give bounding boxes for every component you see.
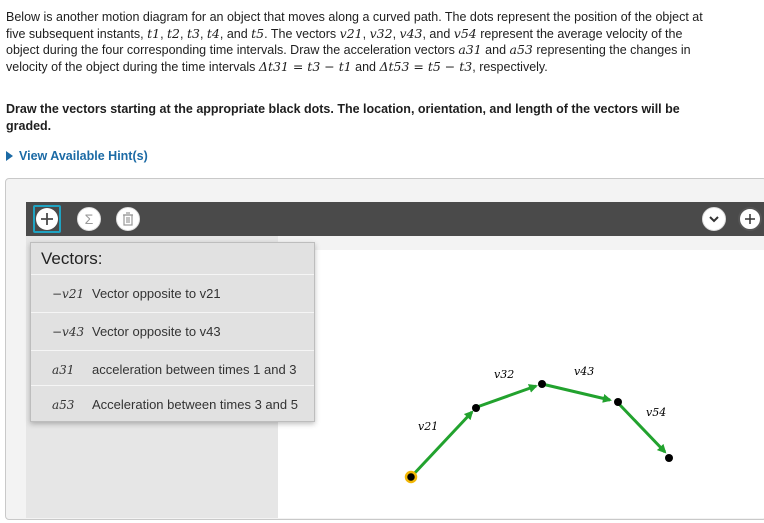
- a31: a31: [458, 42, 482, 57]
- arrow-v32: [476, 384, 538, 409]
- menu-item-label: acceleration between times 1 and 3: [92, 362, 297, 377]
- drawing-canvas[interactable]: v21 v32 v43 v54: [278, 250, 764, 518]
- sum-button[interactable]: Σ: [77, 207, 101, 231]
- start-position-dot: [404, 470, 418, 484]
- plus-circle-icon: [745, 214, 755, 224]
- dt31: Δt31 = t3 − t1: [258, 58, 352, 74]
- t1: t1: [147, 25, 161, 41]
- menu-item-label: Vector opposite to v43: [92, 324, 221, 339]
- t2: t2: [167, 25, 180, 41]
- menu-item-neg-v21[interactable]: −v21 Vector opposite to v21: [31, 274, 314, 312]
- v21: v21: [339, 25, 363, 41]
- sigma-icon: Σ: [84, 211, 94, 227]
- arrow-v43: [541, 382, 612, 403]
- t4: t4: [206, 25, 220, 41]
- label-v54: v54: [646, 406, 666, 419]
- dt53: Δt53 = t5 − t3: [379, 58, 473, 74]
- menu-item-symbol: −v21: [52, 286, 85, 301]
- trash-icon: [123, 212, 133, 226]
- menu-item-symbol: a53: [52, 397, 75, 412]
- expand-triangle-icon: [6, 151, 13, 161]
- t5: t5: [251, 25, 265, 41]
- position-dot-3: [538, 380, 546, 388]
- menu-item-neg-v43[interactable]: −v43 Vector opposite to v43: [31, 312, 314, 350]
- label-v21: v21: [418, 420, 438, 433]
- a53: a53: [509, 42, 533, 57]
- v54: v54: [453, 25, 477, 41]
- motion-diagram: v21 v32 v43 v54: [404, 365, 673, 484]
- chevron-down-button[interactable]: [702, 207, 726, 231]
- add-vector-button[interactable]: [33, 205, 61, 233]
- problem-text: Below is another motion diagram for an o…: [6, 10, 703, 74]
- menu-item-symbol: a31: [52, 362, 75, 377]
- menu-item-a31[interactable]: a31 acceleration between times 1 and 3: [31, 350, 314, 388]
- hint-label: View Available Hint(s): [19, 149, 148, 163]
- vectors-menu-title: Vectors:: [41, 249, 103, 268]
- vectors-sentence: The vectors: [270, 26, 337, 41]
- plus-icon: [36, 208, 58, 230]
- menu-item-label: Vector opposite to v21: [92, 286, 221, 301]
- position-dot-4: [614, 398, 622, 406]
- menu-item-a53[interactable]: a53 Acceleration between times 3 and 5: [31, 385, 314, 423]
- vectors-menu: Vectors: −v21 Vector opposite to v21 −v4…: [30, 242, 315, 422]
- menu-item-label: Acceleration between times 3 and 5: [92, 397, 298, 412]
- chevron-down-icon: [709, 216, 719, 223]
- more-tools-button[interactable]: [738, 207, 762, 231]
- vector-toolbar: Σ: [26, 202, 764, 236]
- t3: t3: [186, 25, 200, 41]
- position-dot-5: [665, 454, 673, 462]
- view-hints-link[interactable]: View Available Hint(s): [6, 149, 148, 163]
- menu-item-symbol: −v43: [52, 324, 85, 339]
- respectively-text: respectively.: [479, 59, 548, 74]
- instruction-text: Draw the vectors starting at the appropr…: [6, 102, 680, 133]
- position-dot-2: [472, 404, 480, 412]
- delete-button[interactable]: [116, 207, 140, 231]
- label-v32: v32: [494, 368, 514, 381]
- v43: v43: [399, 25, 423, 41]
- v32: v32: [369, 25, 393, 41]
- label-v43: v43: [574, 365, 594, 378]
